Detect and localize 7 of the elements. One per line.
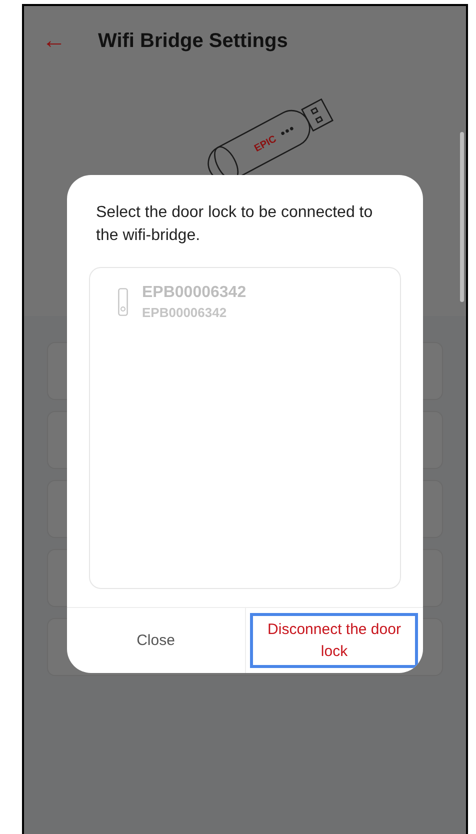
lock-name: EPB00006342 (142, 283, 246, 303)
close-button[interactable]: Close (67, 608, 244, 673)
page-title: Wifi Bridge Settings (98, 29, 288, 54)
door-lock-icon (118, 288, 128, 316)
disconnect-button[interactable]: Disconnect the door lock (244, 608, 423, 673)
dialog-message: Select the door lock to be connected to the wifi-bridge. (95, 203, 374, 246)
lock-serial: EPB00006342 (142, 304, 228, 322)
